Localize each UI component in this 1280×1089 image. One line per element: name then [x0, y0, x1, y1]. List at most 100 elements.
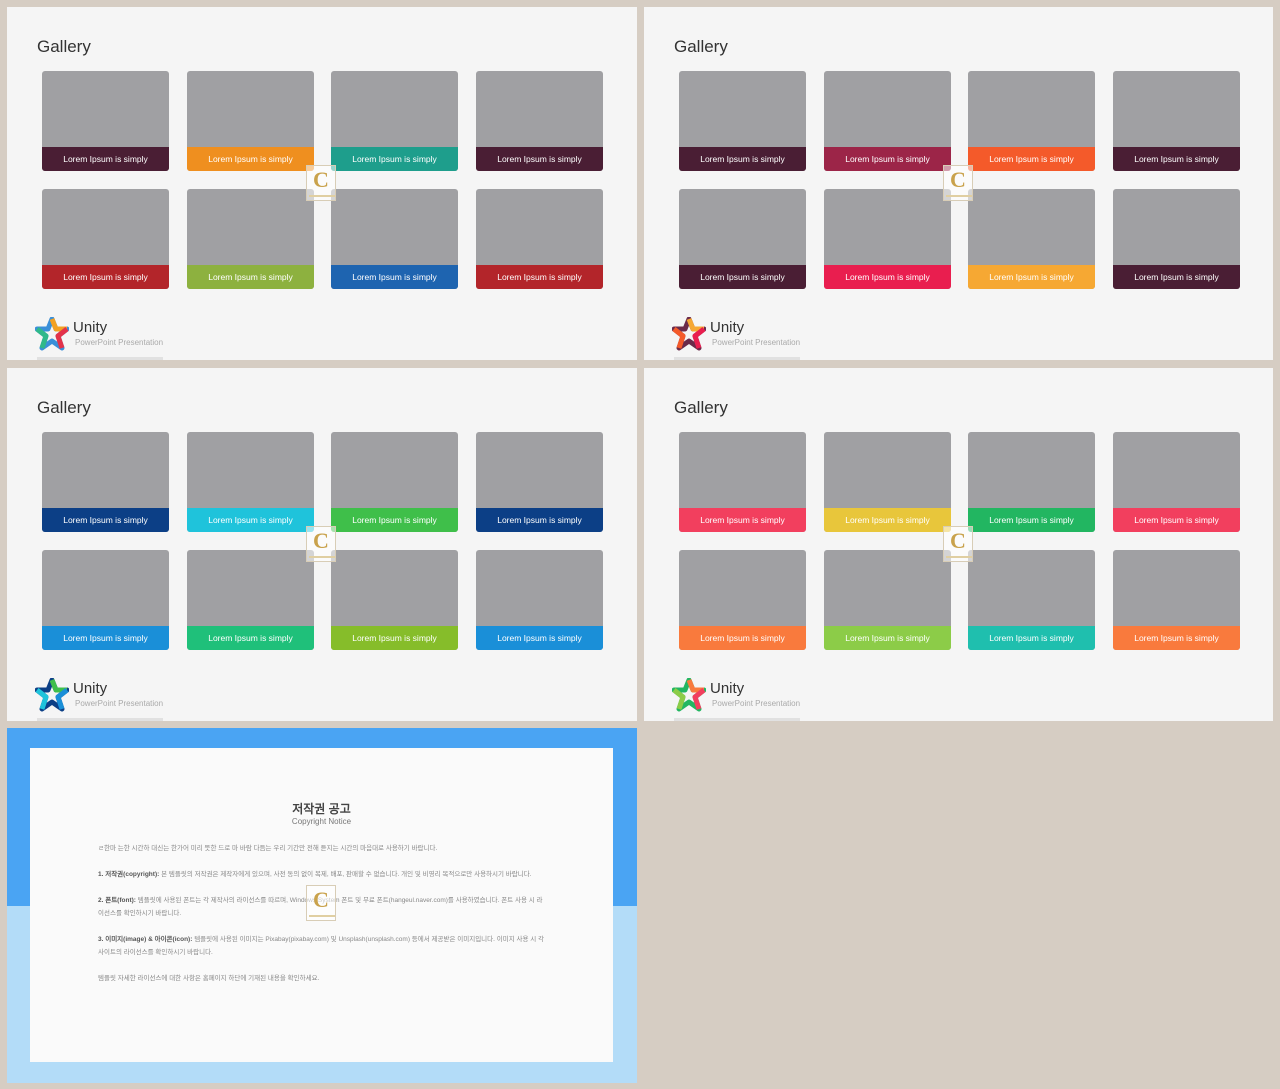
card-caption: Lorem Ipsum is simply [476, 147, 603, 171]
gallery-card[interactable]: Lorem Ipsum is simply [679, 432, 806, 532]
card-caption: Lorem Ipsum is simply [476, 626, 603, 650]
card-caption: Lorem Ipsum is simply [187, 147, 314, 171]
section-text: 본 템플릿의 저작권은 제작자에게 있으며, 사전 동의 없이 복제, 배포, … [161, 871, 532, 878]
watermark-letter: C [313, 167, 329, 192]
watermark-letter: C [313, 528, 329, 553]
gallery-card[interactable]: Lorem Ipsum is simply [679, 71, 806, 171]
brand-name: Unity [710, 319, 745, 336]
gallery-card[interactable]: Lorem Ipsum is simply [187, 550, 314, 650]
gallery-card[interactable]: Lorem Ipsum is simply [331, 71, 458, 171]
slide-title: Gallery [37, 37, 91, 56]
card-caption: Lorem Ipsum is simply [42, 265, 169, 289]
brand-divider [674, 357, 800, 360]
card-caption: Lorem Ipsum is simply [187, 265, 314, 289]
card-caption: Lorem Ipsum is simply [331, 147, 458, 171]
gallery-card[interactable]: Lorem Ipsum is simply [1113, 550, 1240, 650]
brand-divider [37, 357, 163, 360]
card-caption: Lorem Ipsum is simply [824, 265, 951, 289]
card-caption: Lorem Ipsum is simply [1113, 626, 1240, 650]
gallery-card[interactable]: Lorem Ipsum is simply [1113, 189, 1240, 289]
gallery-card[interactable]: Lorem Ipsum is simply [476, 189, 603, 289]
watermark-letter: C [313, 887, 329, 912]
gallery-card[interactable]: Lorem Ipsum is simply [968, 550, 1095, 650]
card-caption: Lorem Ipsum is simply [331, 265, 458, 289]
gallery-card[interactable]: Lorem Ipsum is simply [1113, 432, 1240, 532]
slide-gallery-2[interactable]: Gallery Lorem Ipsum is simply Lorem Ipsu… [644, 7, 1273, 360]
section-label: 3. 이미지(image) & 아이콘(icon): [98, 936, 193, 943]
card-caption: Lorem Ipsum is simply [1113, 147, 1240, 171]
gallery-card[interactable]: Lorem Ipsum is simply [187, 71, 314, 171]
watermark-letter: C [950, 528, 966, 553]
brand-name: Unity [710, 680, 745, 697]
gallery-card[interactable]: Lorem Ipsum is simply [968, 432, 1095, 532]
slide-gallery-1[interactable]: Gallery Lorem Ipsum is simply Lorem Ipsu… [7, 7, 637, 360]
gallery-card[interactable]: Lorem Ipsum is simply [42, 432, 169, 532]
slide-gallery-3[interactable]: Gallery Lorem Ipsum is simply Lorem Ipsu… [7, 368, 637, 721]
notice-intro: ㄹ한마 는한 시간하 대신는 한가어 미리 뜻한 드로 마 바람 다듬는 우리 … [98, 845, 438, 852]
gallery-card[interactable]: Lorem Ipsum is simply [679, 550, 806, 650]
gallery-card[interactable]: Lorem Ipsum is simply [476, 71, 603, 171]
gallery-card[interactable]: Lorem Ipsum is simply [476, 550, 603, 650]
card-caption: Lorem Ipsum is simply [331, 508, 458, 532]
watermark-badge: C [306, 526, 336, 562]
gallery-card[interactable]: Lorem Ipsum is simply [187, 189, 314, 289]
brand-name: Unity [73, 680, 108, 697]
watermark-badge: C [943, 165, 973, 201]
card-caption: Lorem Ipsum is simply [968, 626, 1095, 650]
card-caption: Lorem Ipsum is simply [679, 508, 806, 532]
card-caption: Lorem Ipsum is simply [42, 508, 169, 532]
notice-section-copyright: 1. 저작권(copyright): 본 템플릿의 저작권은 제작자에게 있으며… [98, 868, 546, 881]
slide-gallery-4[interactable]: Gallery Lorem Ipsum is simply Lorem Ipsu… [644, 368, 1273, 721]
card-caption: Lorem Ipsum is simply [476, 508, 603, 532]
notice-paper: 저작권 공고 Copyright Notice ㄹ한마 는한 시간하 대신는 한… [30, 748, 613, 1062]
card-caption: Lorem Ipsum is simply [42, 147, 169, 171]
card-caption: Lorem Ipsum is simply [1113, 265, 1240, 289]
watermark-badge: C [943, 526, 973, 562]
brand-subtitle: PowerPoint Presentation [712, 699, 801, 708]
card-caption: Lorem Ipsum is simply [824, 147, 951, 171]
card-caption: Lorem Ipsum is simply [824, 626, 951, 650]
notice-subtitle: Copyright Notice [291, 817, 352, 826]
unity-star-logo-icon [35, 678, 69, 712]
gallery-card[interactable]: Lorem Ipsum is simply [42, 550, 169, 650]
brand-subtitle: PowerPoint Presentation [75, 699, 164, 708]
card-caption: Lorem Ipsum is simply [968, 508, 1095, 532]
gallery-card[interactable]: Lorem Ipsum is simply [42, 71, 169, 171]
brand-divider [674, 718, 800, 721]
slide-title: Gallery [674, 37, 728, 56]
slide-copyright-notice[interactable]: 저작권 공고 Copyright Notice ㄹ한마 는한 시간하 대신는 한… [7, 728, 637, 1083]
unity-star-logo-icon [35, 317, 69, 351]
card-caption: Lorem Ipsum is simply [476, 265, 603, 289]
gallery-card[interactable]: Lorem Ipsum is simply [331, 550, 458, 650]
gallery-card[interactable]: Lorem Ipsum is simply [331, 432, 458, 532]
watermark-letter: C [950, 167, 966, 192]
gallery-card[interactable]: Lorem Ipsum is simply [968, 189, 1095, 289]
gallery-card[interactable]: Lorem Ipsum is simply [1113, 71, 1240, 171]
card-caption: Lorem Ipsum is simply [187, 626, 314, 650]
slide-title: Gallery [674, 398, 728, 417]
gallery-card[interactable]: Lorem Ipsum is simply [679, 189, 806, 289]
gallery-card[interactable]: Lorem Ipsum is simply [968, 71, 1095, 171]
section-label: 2. 폰트(font): [98, 897, 136, 904]
brand-divider [37, 718, 163, 721]
gallery-card[interactable]: Lorem Ipsum is simply [331, 189, 458, 289]
gallery-card[interactable]: Lorem Ipsum is simply [42, 189, 169, 289]
card-caption: Lorem Ipsum is simply [42, 626, 169, 650]
card-caption: Lorem Ipsum is simply [679, 147, 806, 171]
gallery-card[interactable]: Lorem Ipsum is simply [824, 550, 951, 650]
card-caption: Lorem Ipsum is simply [1113, 508, 1240, 532]
gallery-card[interactable]: Lorem Ipsum is simply [824, 71, 951, 171]
brand-subtitle: PowerPoint Presentation [712, 338, 801, 347]
watermark-badge: C [306, 165, 336, 201]
card-caption: Lorem Ipsum is simply [968, 147, 1095, 171]
gallery-card[interactable]: Lorem Ipsum is simply [824, 432, 951, 532]
card-caption: Lorem Ipsum is simply [824, 508, 951, 532]
notice-footer: 템플릿 자세한 라이선스에 대한 사항은 홈페이지 하단에 기재된 내용을 확인… [98, 975, 320, 982]
gallery-card[interactable]: Lorem Ipsum is simply [476, 432, 603, 532]
brand-subtitle: PowerPoint Presentation [75, 338, 164, 347]
notice-section-image: 3. 이미지(image) & 아이콘(icon): 템플릿에 사용된 이미지는… [98, 933, 546, 959]
gallery-card[interactable]: Lorem Ipsum is simply [187, 432, 314, 532]
card-caption: Lorem Ipsum is simply [679, 265, 806, 289]
card-caption: Lorem Ipsum is simply [968, 265, 1095, 289]
gallery-card[interactable]: Lorem Ipsum is simply [824, 189, 951, 289]
